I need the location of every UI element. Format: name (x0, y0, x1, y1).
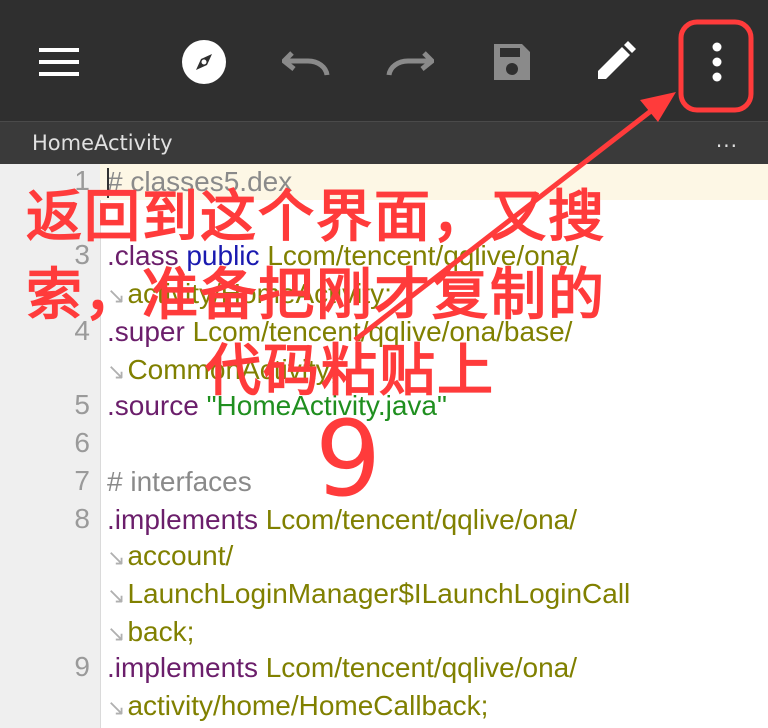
wrap-arrow-icon: ↘ (107, 283, 126, 308)
line-number: 4 (74, 315, 90, 346)
line-number: 5 (74, 389, 90, 420)
code-line: .class public Lcom/tencent/qqlive/ona/ (107, 238, 579, 274)
code-line: .implements Lcom/tencent/qqlive/ona/ (107, 650, 577, 686)
code-line-wrap: ↘activity/home/HomeCallback; (107, 688, 488, 726)
line-number: 9 (74, 651, 90, 682)
code-editor[interactable]: 1 3 4 5 6 7 8 9 # classes5.dex .class pu… (0, 164, 768, 728)
code-line: .implements Lcom/tencent/qqlive/ona/ (107, 502, 577, 538)
wrap-arrow-icon: ↘ (107, 621, 126, 646)
code-type: CommonActivity; (127, 354, 338, 385)
file-tab-title[interactable]: HomeActivity (32, 131, 173, 155)
save-icon[interactable] (480, 30, 544, 94)
code-type: back; (127, 616, 195, 647)
code-line: # classes5.dex (107, 164, 292, 200)
menu-icon[interactable] (27, 30, 91, 94)
line-number: 8 (74, 503, 90, 534)
file-tab-bar: HomeActivity ... (0, 121, 768, 165)
code-line-wrap: ↘LaunchLoginManager$ILaunchLoginCall (107, 576, 630, 614)
line-number: 6 (74, 427, 90, 458)
wrap-arrow-icon: ↘ (107, 359, 126, 384)
edit-pencil-icon[interactable] (583, 30, 647, 94)
wrap-arrow-icon: ↘ (107, 695, 126, 720)
line-number: 3 (74, 239, 90, 270)
code-line-wrap: ↘account/ (107, 538, 233, 576)
code-keyword: public (186, 240, 260, 271)
line-number: 7 (74, 465, 90, 496)
code-type: Lcom/tencent/qqlive/ona/ (265, 504, 578, 535)
code-comment: # interfaces (107, 466, 252, 497)
code-type: activity/HomeActivity; (127, 278, 392, 309)
code-directive: .implements (107, 652, 258, 683)
code-type: Lcom/tencent/qqlive/ona/base/ (192, 316, 573, 347)
wrap-arrow-icon: ↘ (107, 583, 126, 608)
line-number: 1 (74, 165, 90, 196)
code-line: .super Lcom/tencent/qqlive/ona/base/ (107, 314, 572, 350)
redo-icon[interactable] (378, 30, 442, 94)
code-line-wrap: ↘activity/HomeActivity; (107, 276, 392, 314)
code-directive: .source (107, 390, 199, 421)
code-comment: # classes5.dex (107, 166, 293, 197)
tab-more-button[interactable]: ... (716, 128, 738, 152)
code-type: activity/home/HomeCallback; (127, 690, 489, 721)
code-line-wrap: ↘back; (107, 614, 194, 652)
undo-icon[interactable] (274, 30, 338, 94)
code-line-wrap: ↘CommonActivity; (107, 352, 337, 390)
top-toolbar (0, 0, 768, 121)
code-type: account/ (127, 540, 234, 571)
code-type: Lcom/tencent/qqlive/ona/ (267, 240, 579, 271)
code-type: Lcom/tencent/qqlive/ona/ (265, 652, 578, 683)
code-line: # interfaces (107, 464, 252, 500)
code-directive: .class (107, 240, 179, 271)
code-string: "HomeActivity.java" (206, 390, 447, 421)
code-directive: .super (107, 316, 185, 347)
code-directive: .implements (107, 504, 258, 535)
code-type: LaunchLoginManager$ILaunchLoginCall (127, 578, 631, 609)
wrap-arrow-icon: ↘ (107, 545, 126, 570)
code-line: .source "HomeActivity.java" (107, 388, 447, 424)
text-cursor (107, 168, 109, 198)
more-vert-icon[interactable] (685, 30, 749, 94)
compass-icon[interactable] (172, 30, 236, 94)
